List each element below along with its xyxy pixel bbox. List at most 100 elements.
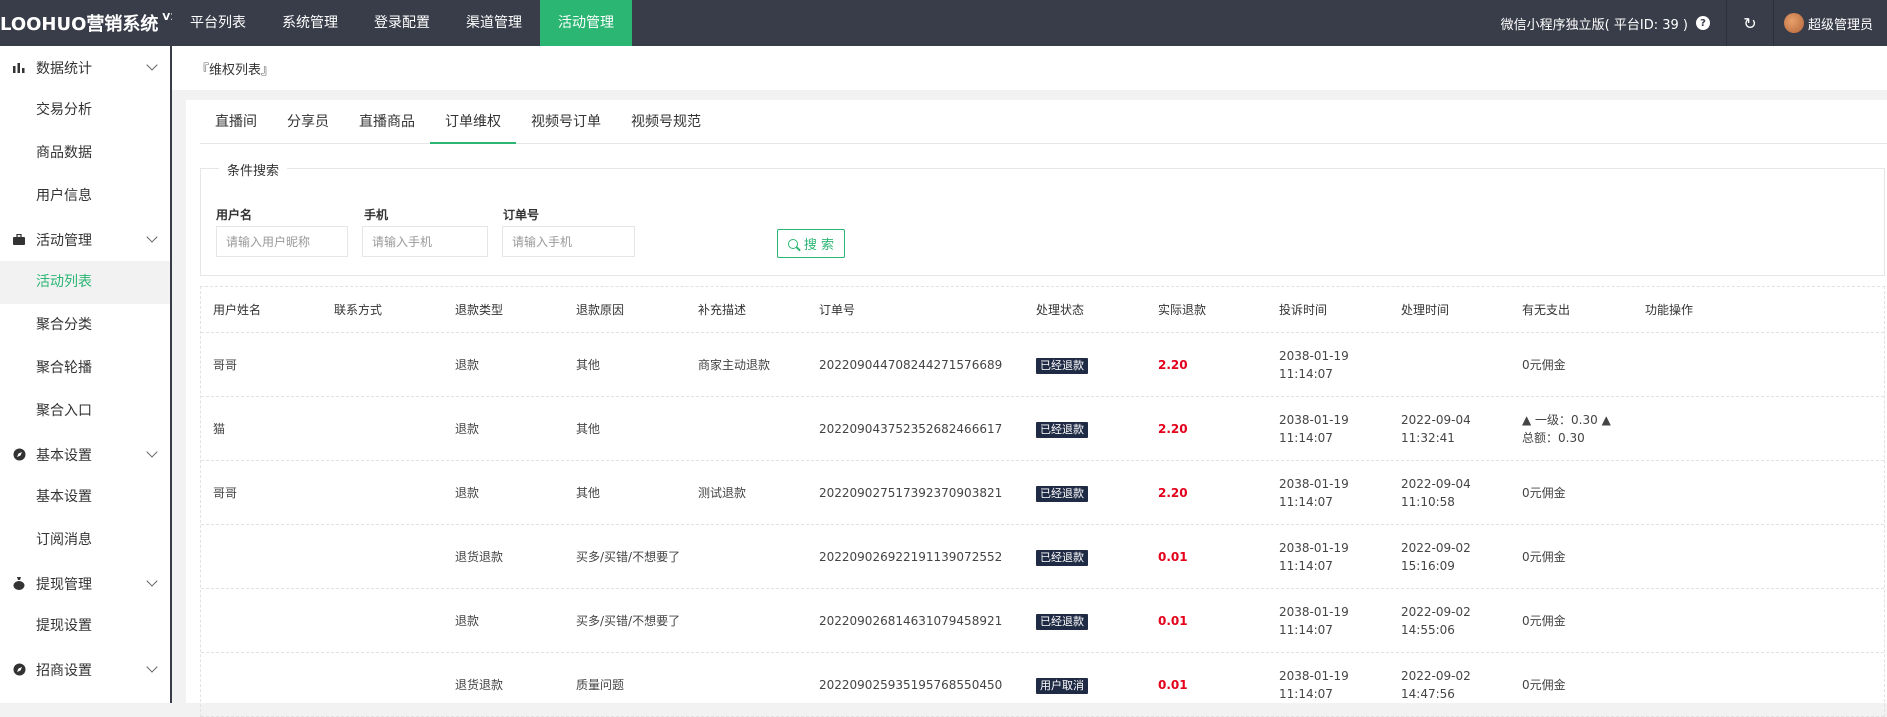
user-name: 超级管理员: [1807, 17, 1873, 33]
sidebar-item-aggregate-category[interactable]: 聚合分类: [0, 304, 170, 347]
cell-refund-type: 退款: [455, 421, 480, 436]
process-clock: 14:47:56: [1401, 686, 1455, 701]
search-button[interactable]: 搜 索: [777, 229, 845, 258]
process-date: 2022-09-02: [1401, 668, 1471, 683]
cell-extra-desc: 商家主动退款: [698, 357, 771, 372]
refund-amount: 0.01: [1158, 677, 1188, 692]
process-date: 2022-09-04: [1401, 476, 1471, 491]
chevron-down-icon: [146, 575, 158, 587]
sidebar-group-withdraw-manage[interactable]: 提现管理: [0, 562, 170, 605]
cell-complaint-time: 2038-01-19 11:14:07: [1267, 475, 1389, 511]
rights-table: 用户姓名 联系方式 退款类型 退款原因 补充描述 订单号 处理状态 实际退款 投…: [200, 286, 1885, 717]
cell-status: 用户取消: [1024, 676, 1146, 694]
cell-complaint-time: 2038-01-19 11:14:07: [1267, 603, 1389, 639]
sidebar-group-label: 活动管理: [36, 232, 92, 249]
sidebar-item-withdraw-settings[interactable]: 提现设置: [0, 605, 170, 648]
refund-amount: 2.20: [1158, 421, 1188, 436]
sidebar-group-merchant-settings[interactable]: 招商设置: [0, 648, 170, 691]
cell-refund-type: 退款: [455, 485, 480, 500]
cell-complaint-time: 2038-01-19 11:14:07: [1267, 667, 1389, 703]
cell-expense: 0元佣金: [1510, 356, 1633, 374]
top-nav: 平台列表 系统管理 登录配置 渠道管理 活动管理: [172, 0, 632, 46]
tab-bar: 直播间 分享员 直播商品 订单维权 视频号订单 视频号规范: [200, 100, 1887, 144]
sidebar-item-subscribe-message[interactable]: 订阅消息: [0, 519, 170, 562]
cell-status: 已经退款: [1024, 484, 1146, 502]
sidebar-group-basic-settings[interactable]: 基本设置: [0, 433, 170, 476]
header-complaint-time: 投诉时间: [1279, 302, 1328, 317]
status-badge: 已经退款: [1036, 549, 1088, 566]
phone-input[interactable]: [362, 226, 488, 257]
sidebar-group-label: 基本设置: [36, 447, 92, 464]
cell-refund-reason: 其他: [576, 485, 601, 500]
tab-channel-rules[interactable]: 视频号规范: [616, 100, 716, 144]
compass-icon: [12, 663, 26, 677]
tab-sharer[interactable]: 分享员: [272, 100, 344, 144]
process-date: 2022-09-04: [1401, 412, 1471, 427]
cell-refund-type: 退货退款: [455, 549, 504, 564]
header-actions: 功能操作: [1645, 302, 1694, 317]
cell-refund-type: 退款: [455, 613, 480, 628]
tab-channel-orders[interactable]: 视频号订单: [516, 100, 616, 144]
cell-process-time: 2022-09-04 11:32:41: [1389, 411, 1510, 447]
cell-order-no: 2022090275173923709038​21: [819, 485, 1003, 500]
username-input[interactable]: [216, 226, 348, 257]
cell-refund-reason: 其他: [576, 357, 601, 372]
cell-refund-reason: 质量问题: [576, 677, 625, 692]
sidebar-item-activity-list[interactable]: 活动列表: [0, 261, 170, 304]
cell-actual-refund: 0.01: [1146, 548, 1267, 566]
complaint-clock: 11:14:07: [1279, 622, 1333, 637]
sidebar-group-activity-manage[interactable]: 活动管理: [0, 218, 170, 261]
complaint-clock: 11:14:07: [1279, 686, 1333, 701]
order-input[interactable]: [502, 226, 635, 257]
sidebar-group-label: 招商设置: [36, 662, 92, 679]
tab-order-rights[interactable]: 订单维权: [430, 100, 516, 144]
chevron-down-icon: [146, 661, 158, 673]
sidebar-item-aggregate-carousel[interactable]: 聚合轮播: [0, 347, 170, 390]
table-row: 退货退款 质量问题 2022090259351957685504​50 用户取消…: [201, 653, 1884, 717]
topnav-item-channel-manage[interactable]: 渠道管理: [448, 0, 540, 46]
table-row: 退款 买多/买错/不想要了 2022090268146310794589​21 …: [201, 589, 1884, 653]
user-menu[interactable]: 超级管理员: [1774, 0, 1887, 46]
tab-live-room[interactable]: 直播间: [200, 100, 272, 144]
cell-refund-reason: 其他: [576, 421, 601, 436]
complaint-clock: 11:14:07: [1279, 366, 1333, 381]
breadcrumb: 『维权列表』: [172, 46, 1887, 90]
sidebar-item-product-data[interactable]: 商品数据: [0, 132, 170, 175]
cell-refund-type: 退款: [455, 357, 480, 372]
cell-user-name: 哥哥: [213, 357, 238, 372]
order-label: 订单号: [503, 208, 540, 222]
cell-actual-refund: 2.20: [1146, 356, 1267, 374]
tab-live-products[interactable]: 直播商品: [344, 100, 430, 144]
process-clock: 11:32:41: [1401, 430, 1455, 445]
cell-order-no: 2022090259351957685504​50: [819, 677, 1003, 692]
sidebar-item-basic-settings[interactable]: 基本设置: [0, 476, 170, 519]
sidebar-group-label: 数据统计: [36, 60, 92, 77]
cell-process-time: 2022-09-02 14:55:06: [1389, 603, 1510, 639]
refresh-icon[interactable]: ↻: [1727, 0, 1773, 46]
header-order-no: 订单号: [819, 302, 856, 317]
app-logo[interactable]: LOOHUO营销系统V14.0: [0, 0, 172, 46]
cell-actual-refund: 0.01: [1146, 676, 1267, 694]
cell-order-no: 2022090447082442715766​89: [819, 357, 1003, 372]
topnav-item-system-manage[interactable]: 系统管理: [264, 0, 356, 46]
chevron-down-icon: [146, 59, 158, 71]
chevron-down-icon: [146, 446, 158, 458]
help-icon[interactable]: ?: [1695, 16, 1710, 30]
process-clock: 15:16:09: [1401, 558, 1455, 573]
sidebar-item-trade-analysis[interactable]: 交易分析: [0, 89, 170, 132]
header-extra-desc: 补充描述: [698, 302, 747, 317]
sidebar-item-user-info[interactable]: 用户信息: [0, 175, 170, 218]
cell-process-time: 2022-09-02 14:47:56: [1389, 667, 1510, 703]
sidebar-item-aggregate-entry[interactable]: 聚合入口: [0, 390, 170, 433]
header-process-time: 处理时间: [1401, 302, 1450, 317]
sidebar-group-data-stats[interactable]: 数据统计: [0, 46, 170, 89]
topnav-item-login-config[interactable]: 登录配置: [356, 0, 448, 46]
search-button-label: 搜 索: [803, 238, 835, 253]
cell-expense: 0元佣金: [1510, 612, 1633, 630]
topnav-item-platform-list[interactable]: 平台列表: [172, 0, 264, 46]
topnav-item-activity-manage[interactable]: 活动管理: [540, 0, 632, 46]
expense-line: ▲ 一级：0.30 ▲: [1522, 412, 1611, 427]
expense-line: 0元佣金: [1522, 485, 1566, 500]
search-legend: 条件搜索: [219, 160, 288, 179]
header-refund-reason: 退款原因: [576, 302, 625, 317]
